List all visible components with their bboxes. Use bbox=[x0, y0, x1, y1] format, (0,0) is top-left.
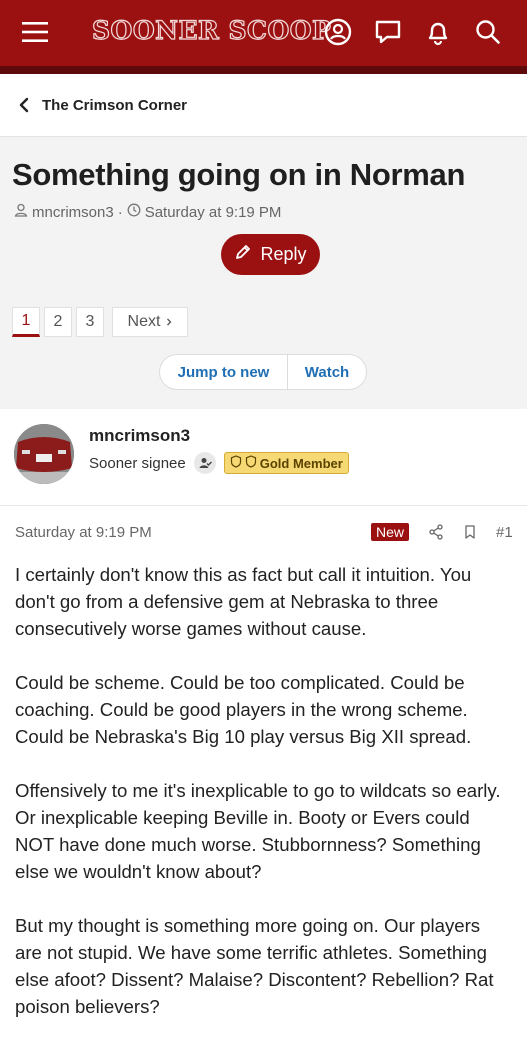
thread-meta: mncrimson3 · Saturday at 9:19 PM bbox=[14, 203, 281, 221]
bookmark-icon[interactable] bbox=[463, 524, 477, 545]
jump-to-new-button[interactable]: Jump to new bbox=[160, 355, 288, 389]
author-card: mncrimson3 Sooner signee Gold Member bbox=[0, 409, 527, 506]
page-1-link[interactable]: 1 bbox=[12, 307, 40, 337]
chevron-right-icon bbox=[166, 313, 172, 331]
post-date[interactable]: Saturday at 9:19 PM bbox=[15, 524, 152, 541]
thread-date[interactable]: Saturday at 9:19 PM bbox=[145, 204, 282, 221]
thread-actions: Jump to new Watch bbox=[159, 354, 367, 390]
reply-button[interactable]: Reply bbox=[221, 234, 320, 275]
shield-icon bbox=[230, 455, 242, 471]
user-check-icon bbox=[193, 452, 216, 474]
badge-label: Gold Member bbox=[259, 455, 343, 471]
menu-icon[interactable] bbox=[17, 14, 53, 50]
shield-icon bbox=[245, 455, 257, 471]
top-bar: SOONER SCOOP bbox=[0, 0, 527, 74]
alerts-icon[interactable] bbox=[420, 14, 456, 50]
chevron-left-icon bbox=[18, 94, 40, 116]
post-number[interactable]: #1 bbox=[496, 524, 513, 541]
breadcrumb[interactable]: The Crimson Corner bbox=[0, 74, 527, 137]
thread-header: Something going on in Norman mncrimson3 … bbox=[0, 137, 527, 409]
author-username[interactable]: mncrimson3 bbox=[89, 426, 190, 446]
next-page-button[interactable]: Next bbox=[112, 307, 188, 337]
post-paragraph: But my thought is something more going o… bbox=[15, 915, 494, 1017]
reply-label: Reply bbox=[260, 244, 307, 264]
pagination: 1 2 3 Next bbox=[12, 307, 188, 337]
clock-icon bbox=[127, 203, 141, 221]
pencil-icon bbox=[234, 243, 252, 266]
thread-author[interactable]: mncrimson3 bbox=[32, 204, 114, 221]
messages-icon[interactable] bbox=[370, 14, 406, 50]
search-icon[interactable] bbox=[470, 14, 506, 50]
post-paragraph: Offensively to me it's inexplicable to g… bbox=[15, 780, 501, 882]
watch-button[interactable]: Watch bbox=[288, 355, 366, 389]
page-2-link[interactable]: 2 bbox=[44, 307, 72, 337]
gold-member-badge: Gold Member bbox=[223, 452, 349, 474]
page-title: Something going on in Norman bbox=[12, 157, 466, 192]
meta-separator: · bbox=[117, 203, 123, 221]
author-role: Sooner signee bbox=[89, 454, 186, 472]
post-paragraph: Could be scheme. Could be too complicate… bbox=[15, 672, 472, 747]
post-paragraph: I certainly don't know this as fact but … bbox=[15, 564, 472, 639]
user-icon bbox=[14, 203, 28, 221]
site-logo[interactable]: SOONER SCOOP bbox=[91, 15, 331, 45]
avatar[interactable] bbox=[14, 424, 74, 484]
share-icon[interactable] bbox=[428, 524, 444, 545]
account-icon[interactable] bbox=[320, 14, 356, 50]
next-label: Next bbox=[127, 313, 161, 330]
post-body: I certainly don't know this as fact but … bbox=[15, 561, 510, 1047]
new-badge: New bbox=[371, 523, 410, 541]
author-role-row: Sooner signee Gold Member bbox=[89, 452, 349, 474]
page-3-link[interactable]: 3 bbox=[76, 307, 104, 337]
breadcrumb-label[interactable]: The Crimson Corner bbox=[42, 97, 187, 114]
